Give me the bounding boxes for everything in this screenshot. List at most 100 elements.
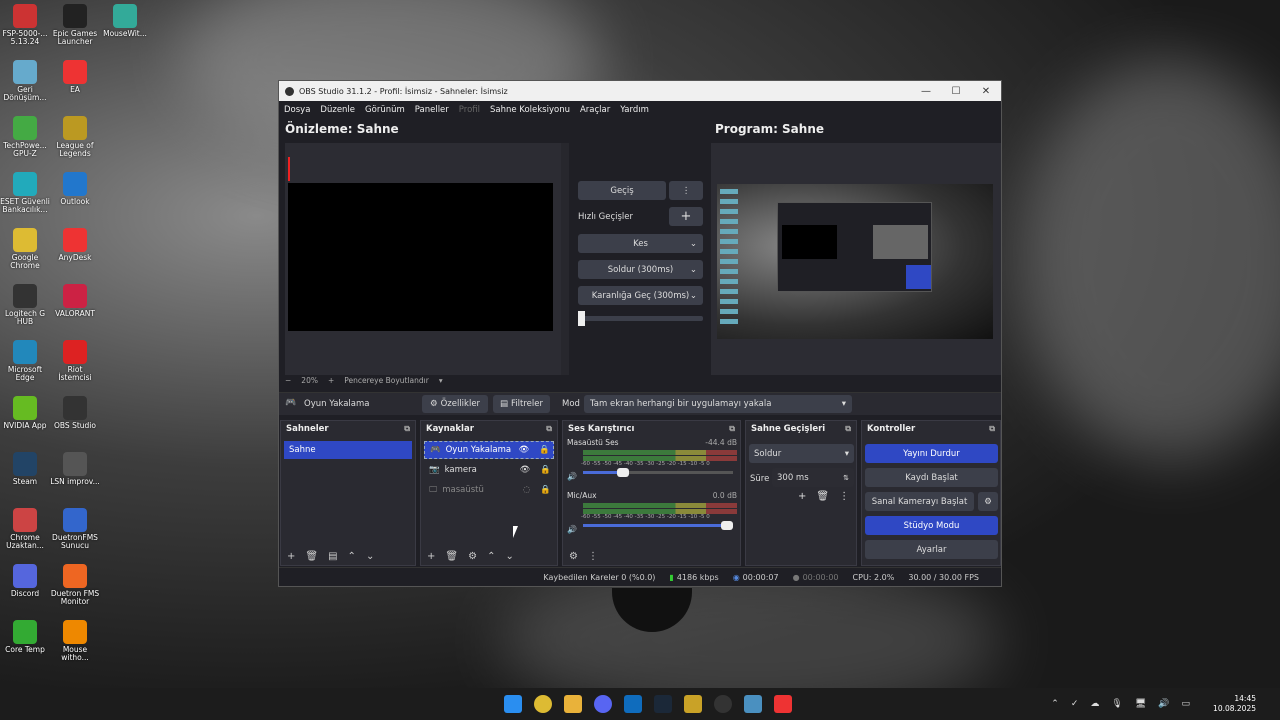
scene-item-sahne[interactable]: Sahne xyxy=(284,441,412,459)
desktop-icon[interactable]: DuetronFMS Sunucu xyxy=(50,508,100,551)
trash-icon[interactable]: 🗑 xyxy=(816,491,829,502)
start-recording-button[interactable]: Kaydı Başlat xyxy=(865,468,998,487)
mode-select[interactable]: Tam ekran herhangi bir uygulamayı yakala… xyxy=(584,395,852,413)
preview-area[interactable] xyxy=(285,143,565,375)
menu-dosya[interactable]: Dosya xyxy=(284,105,310,115)
eye-icon[interactable]: 👁 xyxy=(519,445,530,455)
arrow-down-icon[interactable]: ⌄ xyxy=(505,551,513,562)
volume-slider[interactable] xyxy=(583,521,733,530)
duration-input[interactable]: 300 ms ⇅ xyxy=(772,468,854,487)
desktop-icon[interactable]: Google Chrome xyxy=(0,228,50,271)
lock-icon[interactable]: 🔒 xyxy=(539,445,550,455)
desktop-icon[interactable]: Core Temp xyxy=(0,620,50,654)
filter-icon[interactable]: ▤ xyxy=(328,551,337,562)
pen-icon[interactable] xyxy=(684,695,702,713)
desktop-icon[interactable]: MouseWit... xyxy=(100,4,150,38)
menu-yardim[interactable]: Yardım xyxy=(620,105,649,115)
desktop-icon[interactable]: EA xyxy=(50,60,100,94)
desktop-icon[interactable]: Epic Games Launcher xyxy=(50,4,100,47)
remote-icon[interactable] xyxy=(744,695,762,713)
quick-fade-button[interactable]: Soldur (300ms) ⌄ xyxy=(578,260,703,279)
anydesk-icon[interactable] xyxy=(774,695,792,713)
volume-slider[interactable] xyxy=(583,468,733,477)
popout-icon[interactable]: ⧉ xyxy=(989,424,995,434)
desktop-icon[interactable]: FSP-5000-... 5.13.24 xyxy=(0,4,50,47)
arrow-down-icon[interactable]: ⌄ xyxy=(366,551,374,562)
zoom-in-button[interactable]: + xyxy=(328,376,334,385)
transition-menu-icon[interactable]: ⋮ xyxy=(669,181,703,200)
virtual-camera-settings-button[interactable]: ⚙ xyxy=(978,492,998,511)
filters-button[interactable]: ▤ Filtreler xyxy=(493,395,550,413)
volume-icon[interactable]: 🔊 xyxy=(1158,699,1169,709)
trash-icon[interactable]: 🗑 xyxy=(445,551,458,562)
arrow-up-icon[interactable]: ⌃ xyxy=(487,551,495,562)
tbar-slider-handle[interactable] xyxy=(578,311,585,326)
desktop-icon[interactable]: AnyDesk xyxy=(50,228,100,262)
lock-icon[interactable]: 🔒 xyxy=(540,465,551,475)
add-icon[interactable]: + xyxy=(287,551,295,562)
quick-fade-to-black-button[interactable]: Karanlığa Geç (300ms) ⌄ xyxy=(578,286,703,305)
menu-icon[interactable]: ⋮ xyxy=(588,551,598,562)
settings-icon[interactable]: ⚙ xyxy=(569,551,578,562)
popout-icon[interactable]: ⧉ xyxy=(729,424,735,434)
menu-sahne-koleksiyonu[interactable]: Sahne Koleksiyonu xyxy=(490,105,570,115)
desktop-icon[interactable]: VALORANT xyxy=(50,284,100,318)
selection-handle-icon[interactable] xyxy=(288,157,290,181)
close-button[interactable]: ✕ xyxy=(971,86,1001,97)
speaker-icon[interactable]: 🔊 xyxy=(567,472,577,481)
transition-select[interactable]: Soldur ▾ xyxy=(749,444,854,463)
steam-icon[interactable] xyxy=(654,695,672,713)
desktop-icon[interactable]: Discord xyxy=(0,564,50,598)
folder-icon[interactable] xyxy=(564,695,582,713)
obs-icon[interactable] xyxy=(714,695,732,713)
scrollbar-vertical[interactable] xyxy=(561,143,569,375)
desktop-icon[interactable]: Microsoft Edge xyxy=(0,340,50,383)
desktop-icon[interactable]: NVIDIA App xyxy=(0,396,50,430)
quick-cut-button[interactable]: Kes ⌄ xyxy=(578,234,703,253)
transition-button[interactable]: Geçiş xyxy=(578,181,666,200)
popout-icon[interactable]: ⧉ xyxy=(845,424,851,434)
desktop-icon[interactable]: Mouse witho... xyxy=(50,620,100,663)
settings-button[interactable]: Ayarlar xyxy=(865,540,998,559)
slider-handle[interactable] xyxy=(617,468,629,477)
properties-button[interactable]: ⚙ Özellikler xyxy=(422,395,488,413)
menu-gorunum[interactable]: Görünüm xyxy=(365,105,405,115)
preview-canvas[interactable] xyxy=(288,183,553,331)
speaker-icon[interactable]: 🔊 xyxy=(567,525,577,534)
lock-icon[interactable]: 🔒 xyxy=(540,485,551,495)
menu-duzenle[interactable]: Düzenle xyxy=(320,105,355,115)
desktop-icon[interactable]: OBS Studio xyxy=(50,396,100,430)
desktop-icon[interactable]: Duetron FMS Monitor xyxy=(50,564,100,607)
chevron-down-icon[interactable]: ▾ xyxy=(439,376,443,385)
popout-icon[interactable]: ⧉ xyxy=(546,424,552,434)
add-icon[interactable]: + xyxy=(798,491,806,502)
zoom-out-button[interactable]: − xyxy=(285,376,291,385)
desktop-icon[interactable]: Outlook xyxy=(50,172,100,206)
spin-icon[interactable]: ⇅ xyxy=(843,474,849,482)
menu-profil[interactable]: Profil xyxy=(459,105,480,115)
desktop-icon[interactable]: Logitech G HUB xyxy=(0,284,50,327)
menu-araclar[interactable]: Araçlar xyxy=(580,105,610,115)
battery-icon[interactable]: ▭ xyxy=(1181,699,1190,709)
mic-icon[interactable]: 🎙 xyxy=(1111,699,1122,709)
clock[interactable]: 14:45 10.08.2025 xyxy=(1213,694,1256,714)
popout-icon[interactable]: ⧉ xyxy=(404,424,410,434)
desktop-icon[interactable]: ESET Güvenli Bankacılık... xyxy=(0,172,50,215)
chrome-icon[interactable] xyxy=(534,695,552,713)
eye-hidden-icon[interactable]: ◌ xyxy=(523,485,530,495)
trash-icon[interactable]: 🗑 xyxy=(305,551,318,562)
tray-app-icon[interactable]: ✓ xyxy=(1071,699,1079,709)
start-icon[interactable] xyxy=(504,695,522,713)
menu-icon[interactable]: ⋮ xyxy=(839,491,849,502)
desktop-icon[interactable]: Riot İstemcisi xyxy=(50,340,100,383)
source-item-masaustu[interactable]: 🖵 masaüstü ◌ 🔒 xyxy=(424,481,554,499)
discord-icon[interactable] xyxy=(594,695,612,713)
eye-icon[interactable]: 👁 xyxy=(520,465,531,475)
studio-mode-button[interactable]: Stüdyo Modu xyxy=(865,516,998,535)
network-icon[interactable]: 🖥 xyxy=(1135,699,1146,709)
desktop-icon[interactable]: Chrome Uzaktan... xyxy=(0,508,50,551)
cloud-icon[interactable]: ☁ xyxy=(1090,699,1099,709)
menu-paneller[interactable]: Paneller xyxy=(415,105,449,115)
chevron-up-icon[interactable]: ⌃ xyxy=(1051,699,1059,709)
slider-handle[interactable] xyxy=(721,521,733,530)
